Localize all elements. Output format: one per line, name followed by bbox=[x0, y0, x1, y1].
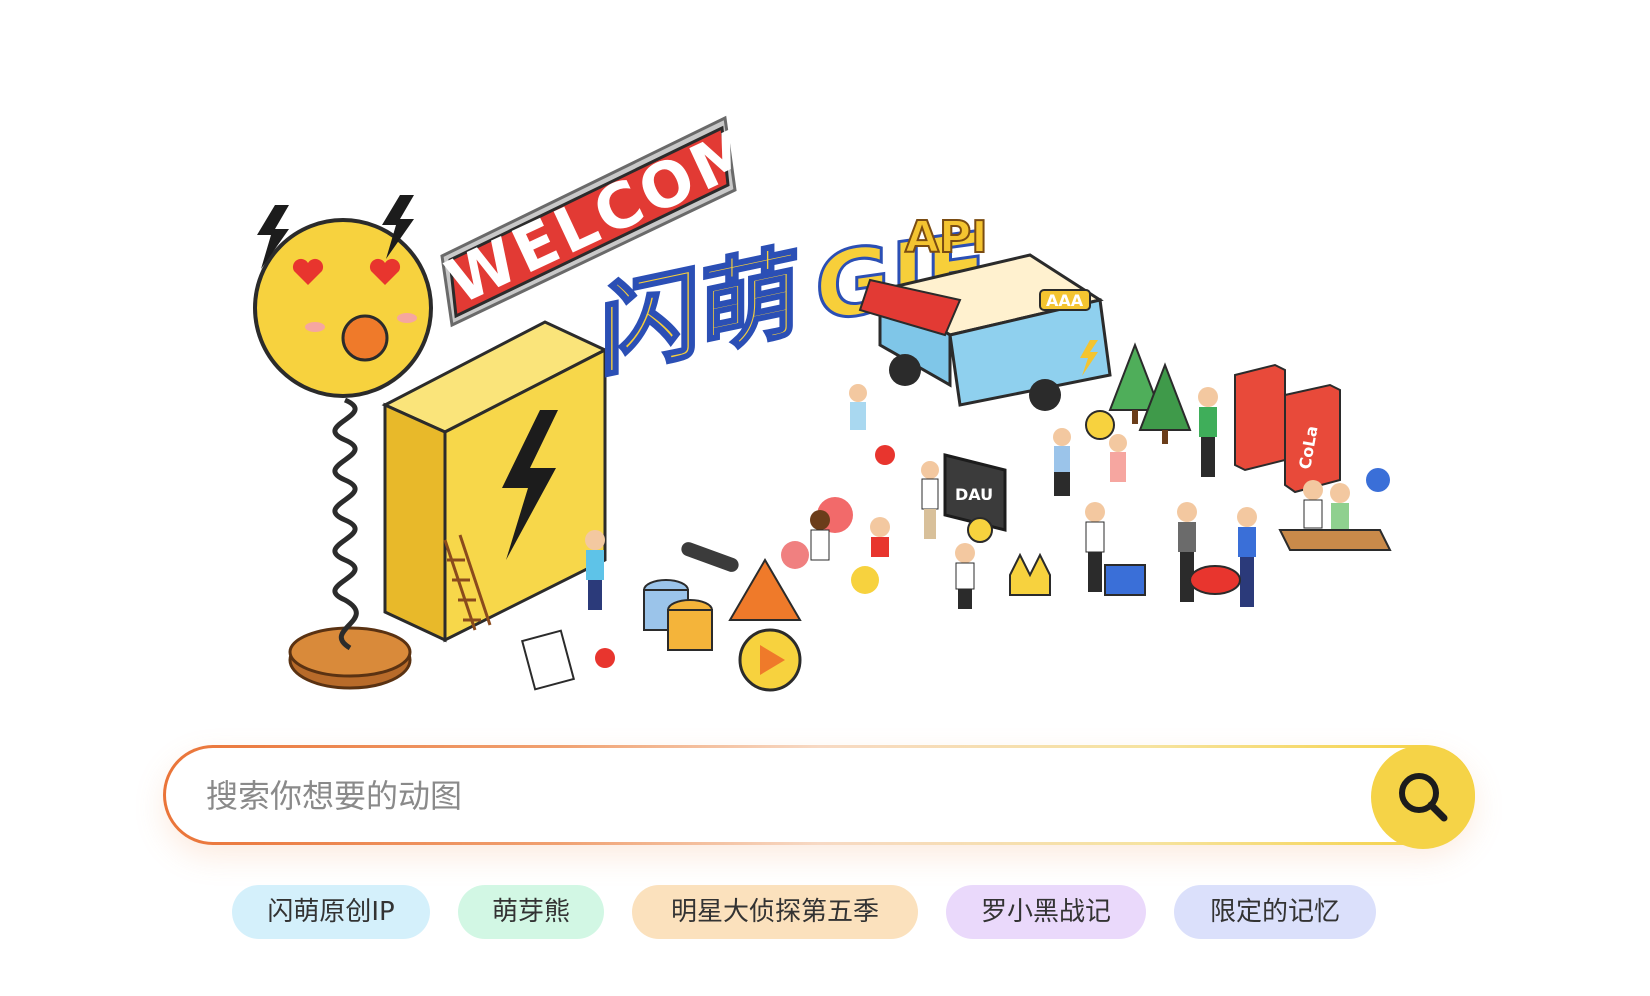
person bbox=[1085, 502, 1105, 592]
tag-luo-xiaohei[interactable]: 罗小黑战记 bbox=[946, 885, 1146, 939]
person bbox=[870, 517, 890, 557]
search-bar-inner bbox=[166, 745, 1475, 849]
hot-tags: 闪萌原创IP 萌芽熊 明星大侦探第五季 罗小黑战记 限定的记忆 bbox=[0, 885, 1650, 941]
van-api-sign: API bbox=[905, 212, 988, 263]
person bbox=[1053, 428, 1071, 496]
person bbox=[1330, 483, 1350, 531]
board-label: DAU bbox=[955, 485, 993, 504]
stroller bbox=[1104, 564, 1146, 596]
van-plate: AAA bbox=[1046, 291, 1084, 310]
search-bar bbox=[163, 745, 1475, 849]
search-input[interactable] bbox=[204, 748, 1328, 844]
person bbox=[921, 461, 939, 539]
vending-machines: CoLa bbox=[1234, 363, 1341, 494]
page: WELCOME 闪萌 GIF API AAA CoLa DAU 搜索你想要的动图… bbox=[0, 0, 1650, 996]
tag-limited-memories[interactable]: 限定的记忆 bbox=[1174, 885, 1376, 939]
search-button[interactable] bbox=[1371, 745, 1475, 849]
person bbox=[810, 510, 830, 561]
person bbox=[1303, 480, 1323, 529]
trees bbox=[1108, 342, 1192, 444]
hero-illustration: WELCOME 闪萌 GIF API AAA CoLa DAU bbox=[0, 0, 1650, 720]
tag-shanmeng-original-ip[interactable]: 闪萌原创IP bbox=[232, 885, 430, 939]
person bbox=[849, 384, 867, 430]
search-icon bbox=[1399, 773, 1448, 822]
logo-chinese: 闪萌 bbox=[600, 232, 800, 391]
person bbox=[1237, 507, 1257, 607]
person bbox=[1198, 387, 1218, 477]
tag-star-detective-s5[interactable]: 明星大侦探第五季 bbox=[632, 885, 918, 939]
hero-scene: WELCOME 闪萌 GIF API AAA CoLa DAU bbox=[253, 92, 1392, 692]
bolt-box bbox=[381, 320, 609, 643]
tag-mengya-bear[interactable]: 萌芽熊 bbox=[458, 885, 604, 939]
bench bbox=[1278, 529, 1392, 551]
person bbox=[1109, 434, 1127, 482]
person bbox=[585, 530, 605, 610]
person bbox=[955, 543, 975, 609]
drum bbox=[1189, 565, 1241, 595]
